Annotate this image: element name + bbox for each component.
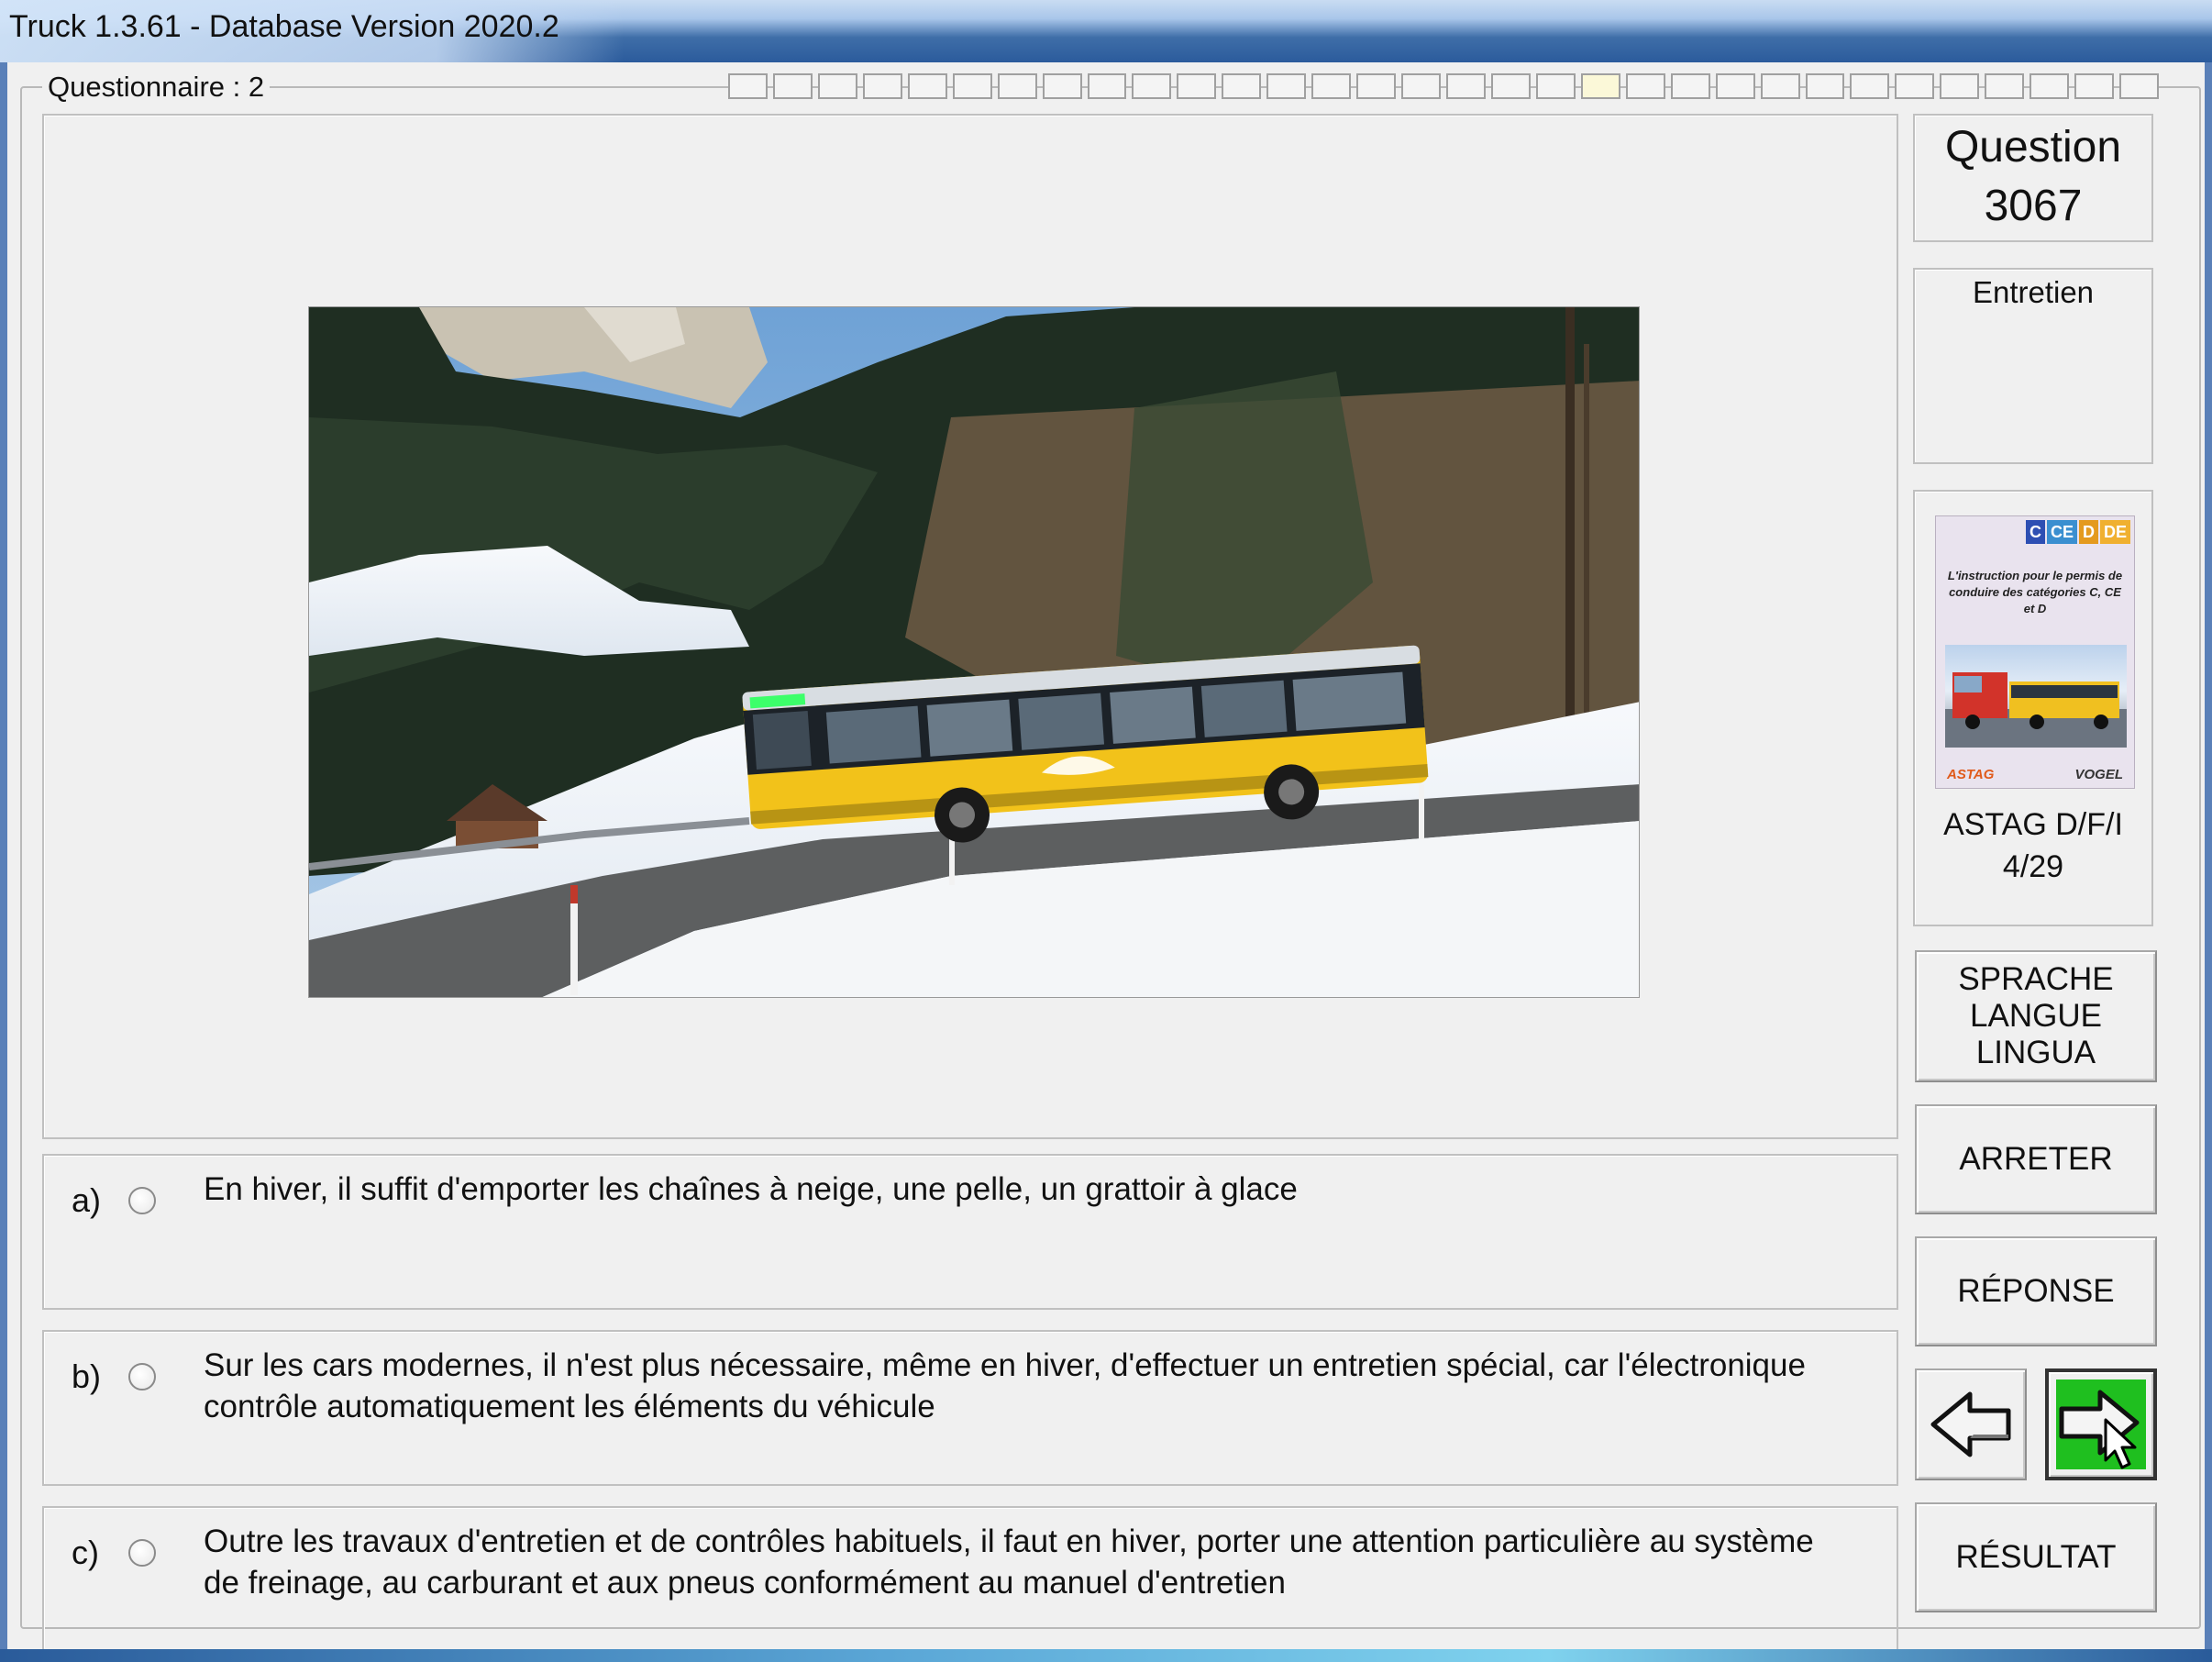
progress-cell[interactable]: [1177, 73, 1217, 99]
answer-text: En hiver, il suffit d'emporter les chaîn…: [204, 1171, 1298, 1207]
answer-letter: c): [72, 1534, 99, 1571]
questionnaire-label: Questionnaire : 2: [42, 70, 271, 105]
progress-cell[interactable]: [997, 73, 1037, 99]
question-progress-bar[interactable]: [728, 73, 2159, 99]
window-titlebar: Truck 1.3.61 - Database Version 2020.2: [0, 0, 2212, 62]
answer-text: Sur les cars modernes, il n'est plus néc…: [204, 1347, 1806, 1424]
progress-cell[interactable]: [1356, 73, 1397, 99]
arrow-left-icon: [1930, 1391, 2011, 1457]
question-title: Question: [1944, 123, 2122, 172]
progress-cell[interactable]: [1985, 73, 2025, 99]
result-button[interactable]: RÉSULTAT: [1915, 1502, 2157, 1612]
progress-cell[interactable]: [2074, 73, 2115, 99]
badge: C: [2025, 520, 2045, 544]
language-label-de: SPRACHE: [1958, 961, 2114, 997]
reference-box: C CE D DE L'instruction pour le permis d…: [1913, 490, 2153, 926]
reference-caption: ASTAG D/F/I 4/29: [1915, 803, 2151, 888]
window-title: Truck 1.3.61 - Database Version 2020.2: [9, 9, 559, 44]
reference-book-cover: C CE D DE L'instruction pour le permis d…: [1935, 515, 2135, 789]
progress-cell[interactable]: [1670, 73, 1710, 99]
response-button[interactable]: RÉPONSE: [1915, 1236, 2157, 1346]
category-box: Entretien: [1913, 268, 2153, 464]
next-question-button[interactable]: [2045, 1368, 2157, 1480]
answer-a-radio[interactable]: [128, 1187, 156, 1214]
image-panel: [42, 114, 1898, 1139]
progress-cell[interactable]: [1311, 73, 1352, 99]
language-label-fr: LANGUE: [1970, 998, 2102, 1034]
progress-cell[interactable]: [907, 73, 947, 99]
book-publishers: ASTAG VOGEL: [1947, 767, 2123, 782]
license-category-badges: C CE D DE: [2025, 520, 2130, 544]
badge: CE: [2046, 520, 2077, 544]
book-cover-text: L'instruction pour le permis de conduire…: [1947, 569, 2123, 615]
progress-cell[interactable]: [1535, 73, 1576, 99]
question-category: Entretien: [1972, 275, 2095, 309]
postbus-winter-road-photo: [308, 306, 1640, 998]
badge: D: [2078, 520, 2098, 544]
language-button[interactable]: SPRACHE LANGUE LINGUA: [1915, 950, 2157, 1082]
taskbar-strip: [0, 1649, 2212, 1662]
progress-cell[interactable]: [1401, 73, 1441, 99]
window-frame: Questionnaire : 2 a) En hiver, il suffit…: [0, 62, 2212, 1662]
publisher-vogel: VOGEL: [2074, 767, 2123, 782]
progress-cell[interactable]: [2119, 73, 2159, 99]
progress-cell[interactable]: [1760, 73, 1800, 99]
progress-cell[interactable]: [817, 73, 857, 99]
progress-cell[interactable]: [1222, 73, 1262, 99]
progress-cell[interactable]: [1490, 73, 1531, 99]
progress-cell[interactable]: [772, 73, 813, 99]
progress-cell[interactable]: [1580, 73, 1620, 99]
progress-cell[interactable]: [1895, 73, 1935, 99]
arrow-right-icon: [2059, 1390, 2140, 1469]
answer-c-radio[interactable]: [128, 1539, 156, 1567]
progress-cell[interactable]: [862, 73, 902, 99]
progress-cell[interactable]: [1715, 73, 1755, 99]
progress-cell[interactable]: [728, 73, 768, 99]
progress-cell[interactable]: [2030, 73, 2070, 99]
book-cover-trucks-image: [1945, 645, 2127, 748]
progress-cell[interactable]: [1625, 73, 1665, 99]
progress-cell[interactable]: [1940, 73, 1980, 99]
progress-cell[interactable]: [952, 73, 992, 99]
publisher-astag: ASTAG: [1947, 767, 1995, 782]
question-number-box: Question 3067: [1913, 114, 2153, 242]
reference-page: 4/29: [2002, 849, 2064, 884]
badge: DE: [2099, 520, 2130, 544]
progress-cell[interactable]: [1087, 73, 1127, 99]
answer-c[interactable]: c) Outre les travaux d'entretien et de c…: [42, 1506, 1898, 1662]
progress-cell[interactable]: [1042, 73, 1082, 99]
progress-cell[interactable]: [1266, 73, 1307, 99]
reference-source: ASTAG D/F/I: [1943, 807, 2123, 842]
answer-b[interactable]: b) Sur les cars modernes, il n'est plus …: [42, 1330, 1898, 1486]
answer-a[interactable]: a) En hiver, il suffit d'emporter les ch…: [42, 1154, 1898, 1310]
question-number: 3067: [1984, 182, 2083, 230]
stop-button[interactable]: ARRETER: [1915, 1104, 2157, 1214]
previous-question-button[interactable]: [1915, 1368, 2027, 1480]
progress-cell[interactable]: [1132, 73, 1172, 99]
progress-cell[interactable]: [1850, 73, 1890, 99]
answer-letter: a): [72, 1181, 102, 1219]
answer-letter: b): [72, 1357, 102, 1395]
language-label-it: LINGUA: [1975, 1035, 2096, 1070]
progress-cell[interactable]: [1446, 73, 1486, 99]
progress-cell[interactable]: [1805, 73, 1845, 99]
answer-b-radio[interactable]: [128, 1363, 156, 1391]
answer-text: Outre les travaux d'entretien et de cont…: [204, 1524, 1814, 1601]
window-client: Questionnaire : 2 a) En hiver, il suffit…: [7, 62, 2205, 1662]
